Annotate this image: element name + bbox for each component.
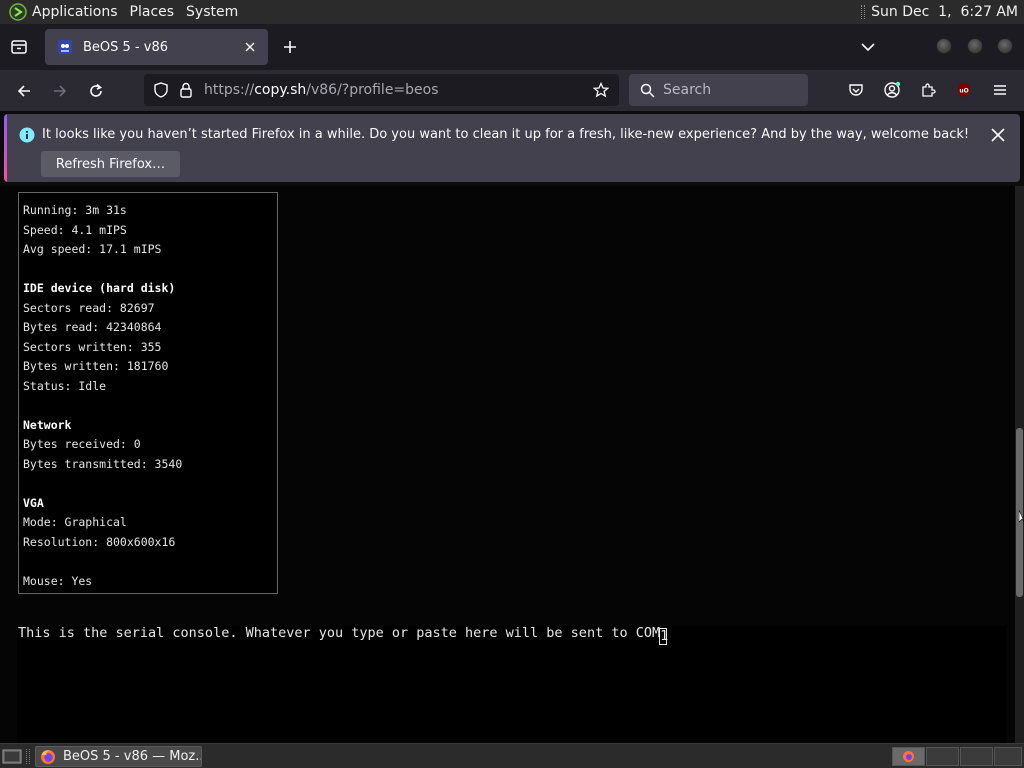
top-panel: Applications Places System Sun Dec 1, 6:… — [0, 0, 1024, 24]
firefox-icon — [40, 749, 56, 765]
stat-avg-speed: Avg speed: 17.1 mIPS — [23, 242, 162, 256]
v86-favicon-icon — [57, 39, 73, 55]
pocket-icon[interactable] — [845, 79, 867, 101]
stat-bytes-read: Bytes read: 42340864 — [23, 320, 162, 334]
serial-console-text[interactable]: This is the serial console. Whatever you… — [18, 625, 669, 645]
search-input[interactable] — [663, 82, 803, 98]
url-text[interactable]: https://copy.sh/v86/?profile=beos — [204, 82, 591, 98]
svg-text:uO: uO — [959, 88, 968, 95]
tab-strip: BeOS 5 - v86 — [0, 24, 1024, 70]
tab-beos[interactable]: BeOS 5 - v86 — [45, 29, 268, 65]
serial-console[interactable]: This is the serial console. Whatever you… — [17, 626, 1006, 743]
tab-close-icon[interactable] — [240, 37, 260, 57]
new-tab-icon[interactable] — [279, 36, 301, 58]
network-heading: Network — [23, 417, 72, 432]
url-path: /v86/?profile=beos — [306, 82, 439, 98]
refresh-firefox-button[interactable]: Refresh Firefox… — [41, 151, 180, 177]
taskbar-firefox-window[interactable]: BeOS 5 - v86 — Moz... — [35, 746, 202, 767]
stat-bytes-written: Bytes written: 181760 — [23, 359, 169, 373]
stat-bytes-transmitted: Bytes transmitted: 3540 — [23, 456, 183, 471]
workspace-3[interactable] — [960, 747, 993, 766]
emulator-stats-panel: Running: 3m 31s Speed: 4.1 mIPS Avg spee… — [18, 192, 278, 594]
ublock-origin-icon[interactable]: uO — [953, 79, 975, 101]
mouse-pointer-icon — [1018, 509, 1024, 523]
forward-icon[interactable] — [48, 79, 72, 103]
hamburger-menu-icon[interactable] — [989, 79, 1011, 101]
bookmark-star-icon[interactable] — [591, 80, 611, 100]
stat-mode: Mode: Graphical — [23, 515, 127, 529]
notification-accent — [4, 114, 7, 182]
workspace-4[interactable] — [994, 747, 1022, 766]
show-desktop-icon[interactable] — [2, 747, 22, 765]
navigation-toolbar: https://copy.sh/v86/?profile=beos uO — [0, 70, 1024, 111]
reload-icon[interactable] — [84, 79, 108, 103]
extensions-icon[interactable] — [917, 79, 939, 101]
close-window-button[interactable] — [997, 38, 1013, 54]
serial-text: This is the serial console. Whatever you… — [18, 625, 661, 641]
clock[interactable]: Sun Dec 1, 6:27 AM — [871, 4, 1020, 20]
stat-mouse: Mouse: Yes — [23, 573, 93, 588]
vga-heading: VGA — [23, 495, 44, 510]
info-icon — [19, 127, 35, 143]
firefox-view-icon[interactable] — [8, 36, 30, 58]
minimize-window-button[interactable] — [936, 38, 952, 54]
panel-grip — [861, 5, 866, 19]
stat-speed: Speed: 4.1 mIPS — [23, 222, 127, 237]
search-bar[interactable] — [629, 74, 808, 106]
panel-grip — [26, 749, 30, 764]
workspace-2[interactable] — [926, 747, 959, 766]
search-icon — [639, 82, 655, 98]
stat-running: Running: 3m 31s — [23, 203, 127, 217]
places-menu[interactable]: Places — [124, 0, 181, 24]
stat-sectors-read: Sectors read: 82697 — [23, 300, 155, 315]
page-content: Running: 3m 31s Speed: 4.1 mIPS Avg spee… — [0, 186, 1015, 743]
url-prefix: https:// — [204, 82, 255, 98]
workspace-1[interactable] — [892, 747, 925, 766]
account-icon[interactable] — [881, 79, 903, 101]
applications-menu[interactable]: Applications — [28, 0, 124, 24]
list-all-tabs-icon[interactable] — [857, 36, 879, 58]
lock-icon[interactable] — [178, 82, 194, 98]
stat-bytes-received: Bytes received: 0 — [23, 437, 141, 451]
maximize-window-button[interactable] — [967, 38, 983, 54]
back-icon[interactable] — [12, 79, 36, 103]
refresh-notification-bar: It looks like you haven’t started Firefo… — [4, 114, 1020, 182]
notification-close-icon[interactable] — [988, 125, 1008, 145]
distro-logo-icon[interactable] — [8, 2, 28, 22]
task-label: BeOS 5 - v86 — Moz... — [63, 749, 201, 764]
notification-message: It looks like you haven’t started Firefo… — [42, 127, 970, 142]
stat-resolution: Resolution: 800x600x16 — [23, 534, 176, 549]
url-host: copy.sh — [254, 82, 307, 98]
url-bar[interactable]: https://copy.sh/v86/?profile=beos — [144, 74, 619, 106]
stat-status: Status: Idle — [23, 378, 107, 393]
tracking-protection-shield-icon[interactable] — [152, 81, 170, 99]
text-cursor: 1 — [659, 628, 669, 645]
tab-title: BeOS 5 - v86 — [83, 39, 168, 55]
bottom-panel: BeOS 5 - v86 — Moz... — [0, 743, 1024, 768]
system-menu[interactable]: System — [180, 0, 244, 24]
page-scrollbar[interactable] — [1015, 186, 1024, 743]
ide-heading: IDE device (hard disk) — [23, 281, 176, 295]
stat-sectors-written: Sectors written: 355 — [23, 339, 162, 354]
